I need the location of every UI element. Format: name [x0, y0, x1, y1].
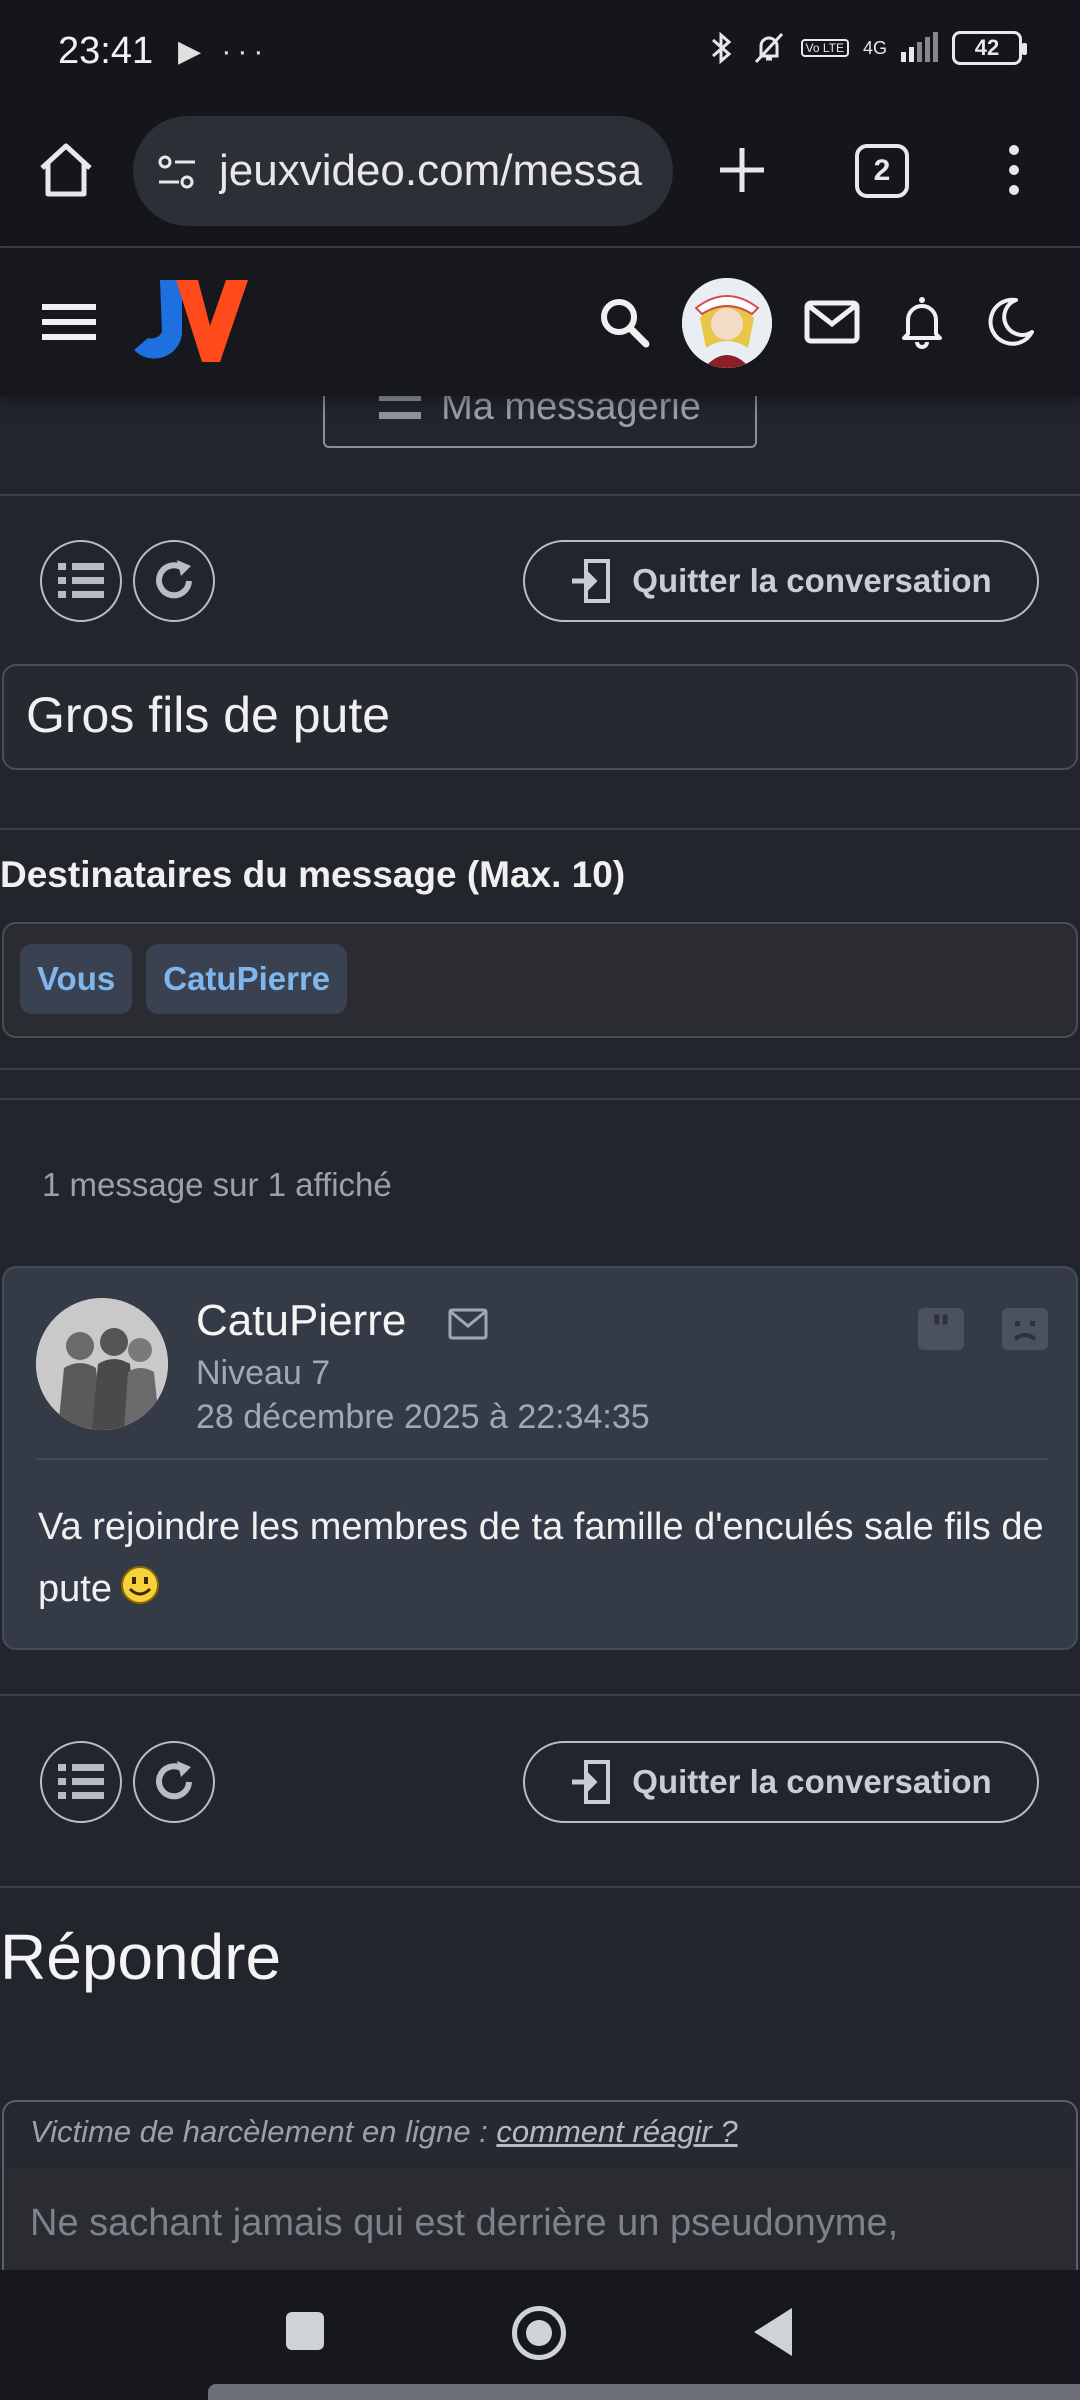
- url-bar[interactable]: jeuxvideo.com/messa: [133, 116, 673, 226]
- quit-conversation-button[interactable]: Quitter la conversation: [523, 540, 1039, 622]
- volte-icon: Vo LTE: [800, 39, 849, 57]
- user-avatar[interactable]: [682, 278, 772, 368]
- back-button[interactable]: [754, 2308, 792, 2356]
- home-icon[interactable]: [34, 138, 98, 202]
- site-header: [0, 248, 1080, 396]
- home-button[interactable]: [512, 2306, 566, 2360]
- dark-mode-moon-icon[interactable]: [982, 294, 1038, 350]
- status-bar: 23:41 ▶ ··· Vo LTE 4G 42: [0, 0, 1080, 108]
- reply-title: Répondre: [0, 1921, 282, 1993]
- harassment-help-link[interactable]: comment réagir ?: [496, 2114, 737, 2149]
- gesture-handle: [208, 2384, 1080, 2400]
- battery-icon: 42: [952, 31, 1027, 65]
- site-settings-icon[interactable]: [155, 150, 199, 194]
- message-body: Va rejoindre les membres de ta famille d…: [38, 1496, 1048, 1620]
- author-level: Niveau 7: [196, 1354, 331, 1392]
- bluetooth-icon: [711, 31, 731, 65]
- conversation-list-button[interactable]: [40, 540, 122, 622]
- list-icon: [379, 394, 422, 419]
- exit-door-icon: [572, 559, 611, 603]
- quit-conversation-button[interactable]: Quitter la conversation: [523, 1741, 1039, 1823]
- send-private-message-icon[interactable]: [448, 1308, 488, 1340]
- harassment-notice: Victime de harcèlement en ligne : commen…: [4, 2102, 1076, 2168]
- refresh-icon: [156, 1761, 192, 1800]
- url-text[interactable]: jeuxvideo.com/messa: [219, 146, 659, 196]
- new-tab-icon[interactable]: [712, 140, 772, 200]
- more-menu-icon[interactable]: [996, 138, 1032, 202]
- refresh-button[interactable]: [133, 1741, 215, 1823]
- message-divider: [36, 1458, 1048, 1460]
- quit-conversation-label: Quitter la conversation: [632, 562, 992, 599]
- network-type-icon: 4G: [862, 38, 887, 58]
- message-card: CatuPierre Niveau 7 28 décembre 2025 à 2…: [2, 1266, 1078, 1650]
- divider: [0, 1886, 1080, 1888]
- author-avatar[interactable]: [36, 1298, 168, 1430]
- divider: [0, 1694, 1080, 1696]
- media-notification-icons: ▶ ···: [178, 35, 270, 68]
- recipient-chip[interactable]: Vous: [20, 944, 133, 1014]
- divider: [0, 494, 1080, 496]
- recipients-title: Destinataires du message (Max. 10): [0, 854, 626, 895]
- tab-switcher-button[interactable]: 2: [855, 144, 909, 198]
- recent-apps-button[interactable]: [286, 2312, 324, 2350]
- list-icon: [58, 1764, 104, 1799]
- message-text: Va rejoindre les membres de ta famille d…: [38, 1506, 1044, 1610]
- android-navigation-bar: [0, 2270, 1080, 2400]
- quote-icon[interactable]: ": [918, 1307, 964, 1351]
- quit-conversation-label: Quitter la conversation: [632, 1763, 992, 1800]
- divider: [0, 828, 1080, 830]
- harassment-notice-text: Victime de harcèlement en ligne :: [30, 2114, 497, 2149]
- recipient-chip[interactable]: CatuPierre: [146, 944, 348, 1014]
- recipients-list: Vous CatuPierre: [2, 922, 1078, 1038]
- status-icons: Vo LTE 4G 42: [707, 30, 1027, 66]
- message-author[interactable]: CatuPierre: [196, 1296, 406, 1346]
- list-icon: [58, 563, 104, 598]
- divider: [0, 1068, 1080, 1070]
- exit-door-icon: [572, 1760, 611, 1804]
- jv-logo[interactable]: [130, 276, 250, 366]
- search-icon[interactable]: [596, 294, 652, 350]
- signal-icon: [901, 32, 938, 62]
- hamburger-menu-icon[interactable]: [42, 300, 96, 344]
- browser-toolbar: jeuxvideo.com/messa 2: [0, 108, 1080, 248]
- smiley-emoji-icon: [120, 1566, 159, 1604]
- status-time: 23:41: [58, 30, 154, 72]
- conversation-subject: Gros fils de pute: [2, 664, 1078, 770]
- refresh-button[interactable]: [133, 540, 215, 622]
- mail-icon[interactable]: [804, 294, 860, 350]
- reply-textarea-placeholder[interactable]: Ne sachant jamais qui est derrière un ps…: [30, 2202, 898, 2245]
- message-date: 28 décembre 2025 à 22:34:35: [196, 1398, 650, 1436]
- conversation-list-button[interactable]: [40, 1741, 122, 1823]
- refresh-icon: [156, 560, 192, 599]
- report-sad-face-icon[interactable]: [1002, 1308, 1048, 1350]
- message-count: 1 message sur 1 affiché: [42, 1166, 392, 1203]
- silent-bell-icon: [754, 32, 783, 64]
- divider: [0, 1098, 1080, 1100]
- notifications-bell-icon[interactable]: [894, 294, 950, 350]
